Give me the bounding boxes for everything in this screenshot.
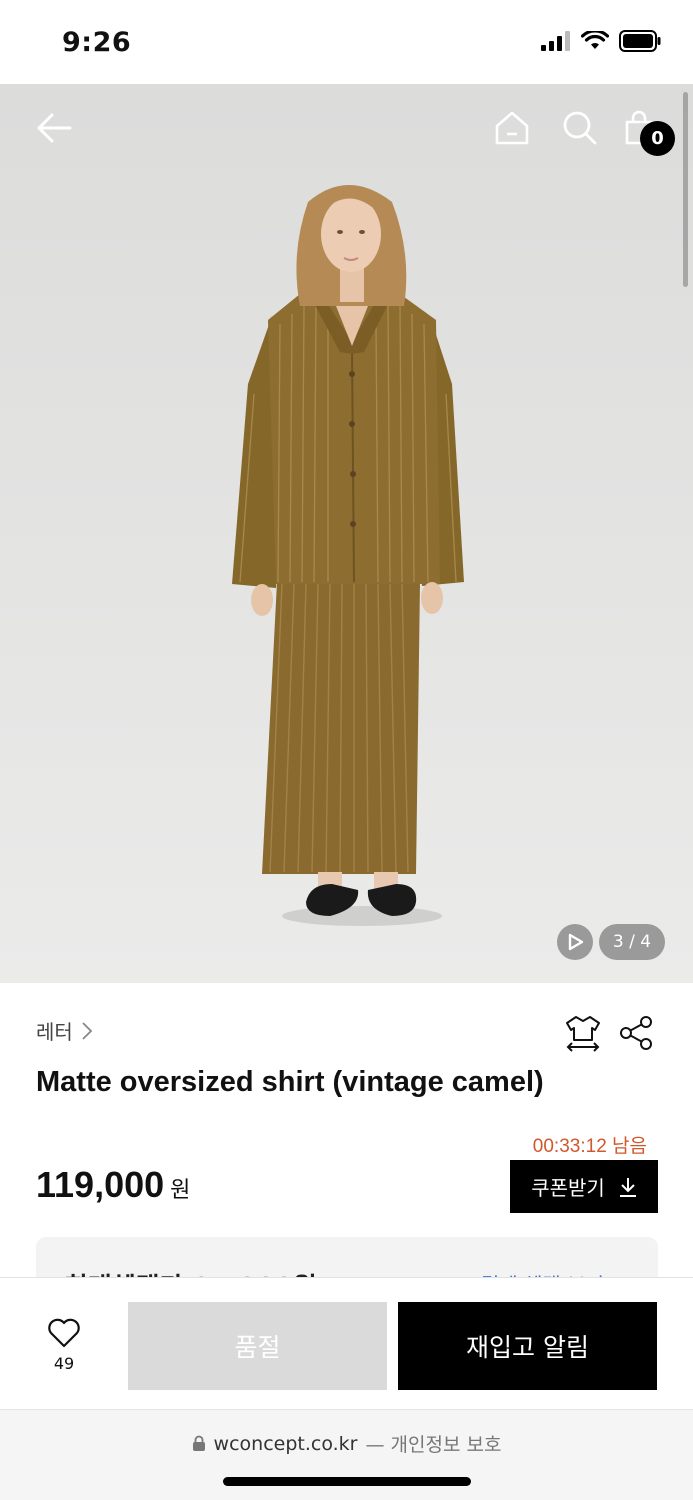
price-unit: 원 xyxy=(170,1178,191,1203)
brand-name: 레터 xyxy=(36,1020,73,1044)
price-value: 119,000 xyxy=(36,1164,165,1205)
search-icon[interactable] xyxy=(562,110,598,146)
status-icons xyxy=(541,30,661,52)
home-indicator[interactable] xyxy=(223,1477,471,1486)
url-line: wconcept.co.kr — 개인정보 보호 xyxy=(0,1430,693,1457)
scrollbar[interactable] xyxy=(683,92,688,287)
like-count: 49 xyxy=(53,1354,75,1373)
bottom-action-bar: 49 품절 재입고 알림 xyxy=(0,1277,693,1409)
coupon-download-button[interactable]: 쿠폰받기 xyxy=(510,1160,658,1213)
price: 119,000 원 xyxy=(36,1164,190,1206)
soldout-button: 품절 xyxy=(128,1302,387,1390)
signal-icon xyxy=(541,31,570,51)
wifi-icon xyxy=(581,31,609,49)
home-icon[interactable] xyxy=(494,110,530,146)
like-button[interactable]: 49 xyxy=(38,1318,90,1373)
browser-url-bar[interactable]: wconcept.co.kr — 개인정보 보호 xyxy=(0,1409,693,1500)
product-image-gallery[interactable]: 0 3 / 4 xyxy=(0,84,693,983)
heart-icon xyxy=(48,1318,80,1348)
share-icon[interactable] xyxy=(619,1015,653,1051)
play-icon xyxy=(568,933,584,951)
play-video-button[interactable] xyxy=(557,924,593,960)
cart-count-badge[interactable]: 0 xyxy=(640,121,675,156)
coupon-timer: 00:33:12 남음 xyxy=(532,1136,647,1157)
size-guide-icon[interactable] xyxy=(565,1014,601,1052)
lock-icon xyxy=(192,1435,205,1451)
brand-link[interactable]: 레터 xyxy=(36,1016,93,1045)
url-text: wconcept.co.kr xyxy=(213,1432,358,1455)
coupon-label: 쿠폰받기 xyxy=(531,1176,605,1200)
product-photo xyxy=(232,185,464,926)
status-time: 9:26 xyxy=(62,27,132,58)
battery-icon xyxy=(619,30,661,52)
gallery-counter: 3 / 4 xyxy=(599,924,665,960)
back-arrow-icon[interactable] xyxy=(36,110,72,146)
status-bar: 9:26 xyxy=(0,0,693,84)
restock-alert-button[interactable]: 재입고 알림 xyxy=(398,1302,657,1390)
download-icon xyxy=(619,1177,636,1197)
chevron-right-icon xyxy=(82,1021,93,1040)
product-title: Matte oversized shirt (vintage camel) xyxy=(36,1066,544,1098)
privacy-note: — 개인정보 보호 xyxy=(365,1434,502,1456)
